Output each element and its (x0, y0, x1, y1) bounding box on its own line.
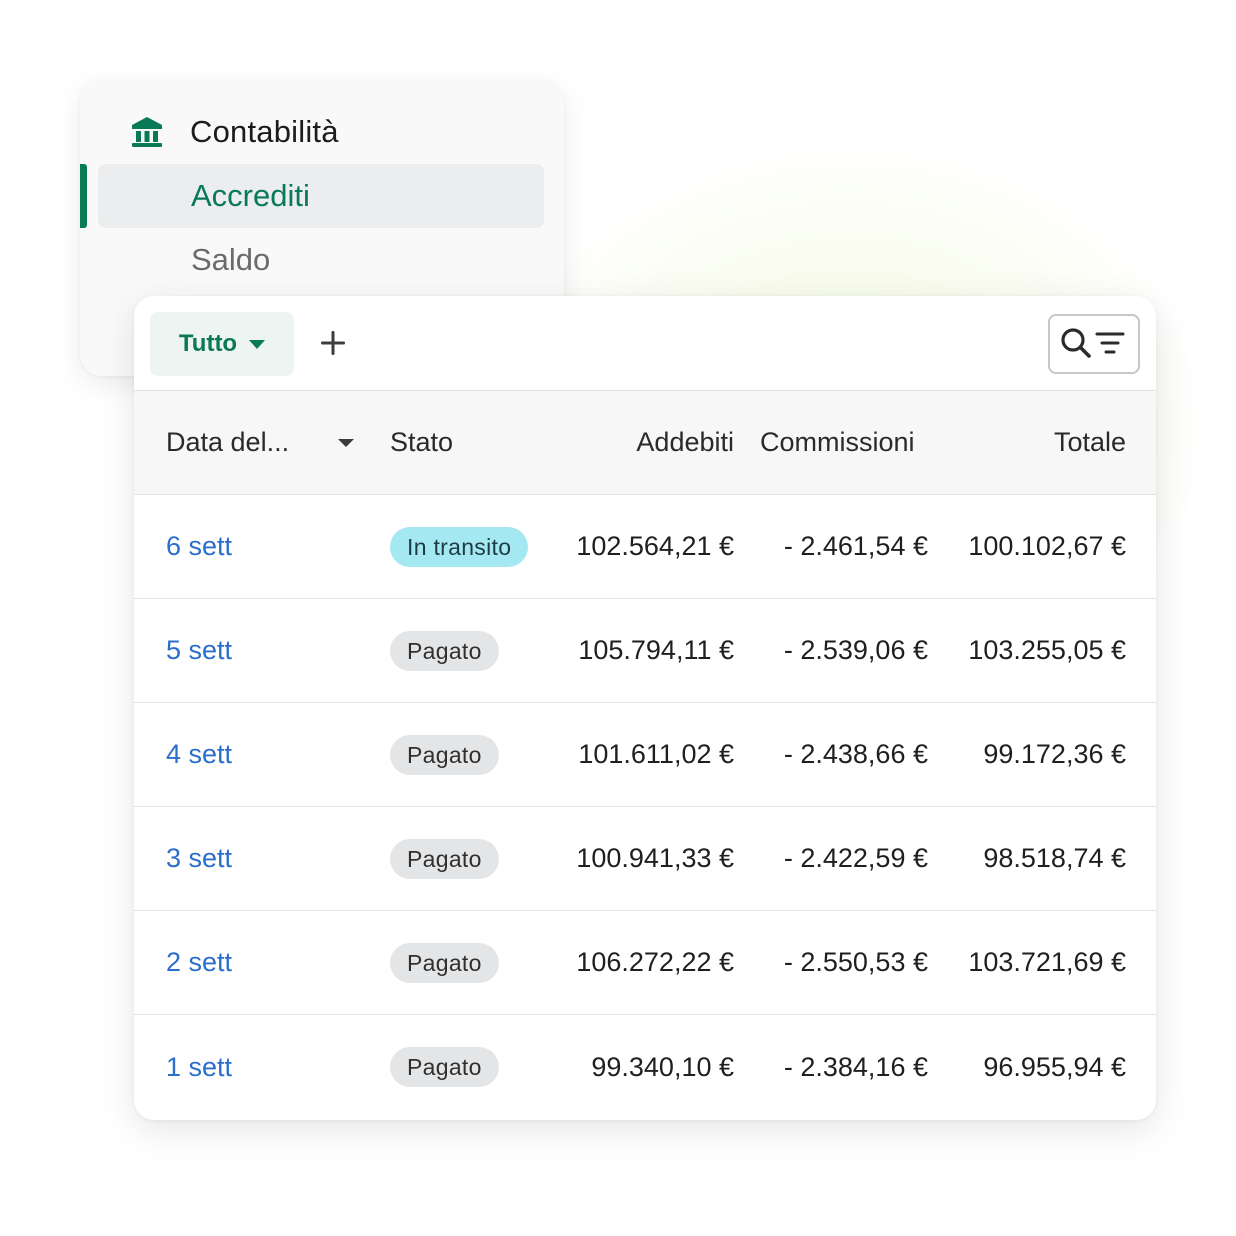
sidebar-item-label: Saldo (191, 242, 271, 277)
search-filter-button[interactable] (1048, 314, 1140, 374)
payout-date-link[interactable]: 5 sett (166, 635, 232, 666)
add-view-button[interactable] (312, 322, 354, 364)
table-row[interactable]: 4 sett Pagato 101.611,02 € - 2.438,66 € … (134, 703, 1156, 807)
fees-value: - 2.550,53 € (783, 947, 928, 977)
status-badge: In transito (390, 526, 529, 567)
total-value: 96.955,94 € (983, 1051, 1126, 1082)
fees-value: - 2.422,59 € (783, 843, 928, 873)
stage: Contabilità Accrediti Saldo Tutto Data d… (0, 0, 1236, 1236)
sidebar-item-label: Accrediti (191, 178, 310, 213)
chevron-down-icon (249, 339, 266, 349)
status-badge: Pagato (390, 838, 499, 879)
charges-value: 100.941,33 € (576, 843, 734, 873)
table-header: Data del... Stato Addebiti Commissioni T… (134, 391, 1156, 495)
bank-icon (130, 115, 164, 149)
header-status: Stato (390, 427, 454, 457)
table-row[interactable]: 2 sett Pagato 106.272,22 € - 2.550,53 € … (134, 911, 1156, 1015)
filter-tab-button[interactable]: Tutto (150, 312, 294, 376)
fees-value: - 2.384,16 € (783, 1051, 928, 1082)
header-total: Totale (1053, 427, 1126, 457)
payout-date-link[interactable]: 4 sett (166, 739, 232, 770)
sidebar-header: Contabilità (130, 112, 339, 152)
table-row[interactable]: 5 sett Pagato 105.794,11 € - 2.539,06 € … (134, 599, 1156, 703)
header-date[interactable]: Data del... (166, 391, 289, 494)
fees-value: - 2.539,06 € (783, 635, 928, 665)
charges-value: 101.611,02 € (578, 739, 734, 769)
charges-value: 106.272,22 € (576, 947, 734, 977)
charges-value: 99.340,10 € (591, 1051, 734, 1082)
fees-value: - 2.461,54 € (783, 531, 928, 561)
payouts-table-card: Tutto Data del... Stato Addebiti Commiss… (134, 296, 1156, 1120)
filter-tab-label: Tutto (178, 330, 238, 357)
sort-caret-icon[interactable] (338, 391, 354, 494)
status-badge: Pagato (390, 734, 499, 775)
status-badge: Pagato (390, 942, 499, 983)
table-row[interactable]: 1 sett Pagato 99.340,10 € - 2.384,16 € 9… (134, 1015, 1156, 1119)
total-value: 99.172,36 € (983, 739, 1126, 769)
table-row[interactable]: 3 sett Pagato 100.941,33 € - 2.422,59 € … (134, 807, 1156, 911)
total-value: 100.102,67 € (968, 531, 1126, 561)
plus-icon (321, 331, 345, 355)
table-toolbar: Tutto (134, 296, 1156, 391)
active-indicator (80, 164, 87, 228)
sidebar-title: Contabilità (190, 114, 339, 149)
table-row[interactable]: 6 sett In transito 102.564,21 € - 2.461,… (134, 495, 1156, 599)
sidebar-item-accrediti[interactable]: Accrediti (98, 164, 544, 228)
payout-date-link[interactable]: 2 sett (166, 947, 232, 978)
status-badge: Pagato (390, 630, 499, 671)
header-charges: Addebiti (636, 427, 734, 457)
charges-value: 102.564,21 € (576, 531, 734, 561)
total-value: 103.721,69 € (968, 947, 1126, 977)
payout-date-link[interactable]: 6 sett (166, 531, 232, 562)
search-filter-icon (1061, 328, 1125, 358)
charges-value: 105.794,11 € (578, 635, 734, 665)
status-badge: Pagato (390, 1047, 499, 1087)
sidebar-item-saldo[interactable]: Saldo (98, 228, 544, 292)
payout-date-link[interactable]: 3 sett (166, 843, 232, 874)
header-fees: Commissioni (760, 427, 915, 457)
total-value: 98.518,74 € (983, 843, 1126, 873)
fees-value: - 2.438,66 € (783, 739, 928, 769)
payout-date-link[interactable]: 1 sett (166, 1052, 232, 1083)
total-value: 103.255,05 € (968, 635, 1126, 665)
